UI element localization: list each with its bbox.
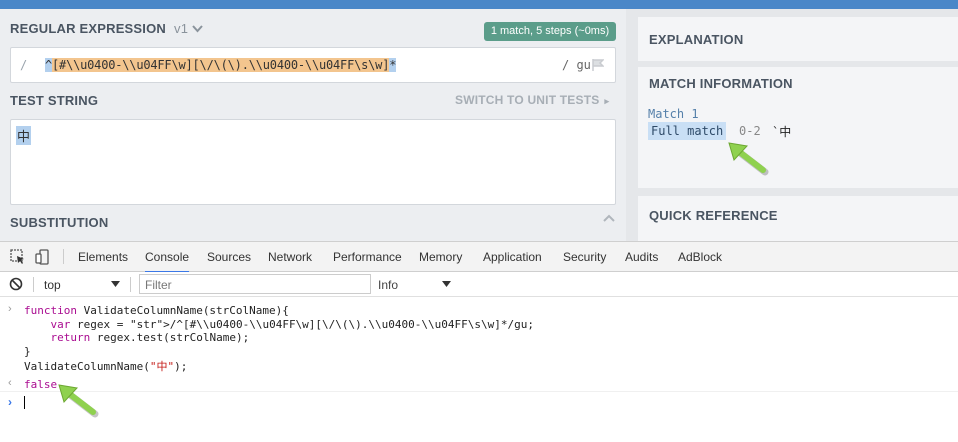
console-divider [0, 391, 958, 392]
regex-open-delimiter: / [20, 58, 28, 72]
regex-section-title: REGULAR EXPRESSION v1 [10, 21, 203, 36]
devtools-panel: Elements Console Sources Network Performance… [0, 241, 958, 442]
match-label: Match 1 [648, 107, 699, 121]
explanation-title: EXPLANATION [649, 32, 744, 47]
code-line: var regex = "str">/^[#\\u0400-\\u04FF\w]… [50, 317, 534, 331]
tab-performance[interactable]: Performance [333, 250, 402, 264]
console-prompt-icon: › [8, 395, 12, 409]
code-line: } [24, 344, 31, 358]
editor-panel: REGULAR EXPRESSION v1 1 match, 5 steps (~… [0, 9, 626, 241]
regex-token: * [389, 58, 397, 72]
version-selector[interactable]: v1 [174, 21, 203, 36]
code-line: return regex.test(strColName); [50, 331, 250, 345]
chevron-down-icon [192, 25, 203, 33]
full-match-label[interactable]: Full match [648, 122, 727, 140]
test-string-input[interactable]: 中 [10, 119, 616, 205]
device-toolbar-icon[interactable] [35, 249, 51, 265]
filter-divider-2 [130, 277, 131, 292]
tab-security[interactable]: Security [563, 250, 606, 264]
arrow-annotation-icon [728, 142, 769, 176]
code-line: function ValidateColumnName(strColName){ [24, 304, 289, 317]
tab-application[interactable]: Application [483, 250, 542, 264]
chevron-right-icon: ▸ [604, 96, 610, 106]
info-panel: EXPLANATION MATCH INFORMATION Match 1 Fu… [626, 9, 958, 241]
console-filter-bar: top Filter Info [0, 272, 958, 297]
explanation-card[interactable]: EXPLANATION [638, 17, 958, 61]
match-count-badge: 1 match, 5 steps (~0ms) [484, 22, 616, 41]
tab-adblock[interactable]: AdBlock [678, 250, 722, 264]
console-filter-input[interactable]: Filter [139, 274, 371, 294]
match-range: 0-2 [739, 124, 761, 138]
tab-audits[interactable]: Audits [625, 250, 658, 264]
context-dropdown-icon[interactable] [111, 281, 120, 287]
devtools-tabbar: Elements Console Sources Network Performance… [0, 242, 958, 273]
regex-title-label: REGULAR EXPRESSION [10, 21, 167, 36]
top-accent-bar [0, 0, 958, 9]
context-selector[interactable]: top [44, 278, 61, 292]
toolbar-divider [63, 249, 64, 264]
inspect-element-icon[interactable] [10, 249, 26, 265]
regex-input[interactable]: / ^[#\\u0400-\\u04FF\w][\/\(\).\\u0400-\… [10, 47, 616, 83]
chevron-up-icon[interactable] [603, 214, 615, 222]
regex101-app: REGULAR EXPRESSION v1 1 match, 5 steps (~… [0, 9, 958, 241]
flag-icon[interactable] [592, 59, 604, 71]
filter-divider [33, 277, 34, 292]
console-input-cursor[interactable] [24, 396, 25, 409]
regex-token: [#\\u0400-\\u04FF\w] [52, 58, 193, 72]
filter-placeholder: Filter [145, 278, 172, 292]
regex-pattern[interactable]: ^[#\\u0400-\\u04FF\w][\/\(\).\\u0400-\\u… [45, 58, 396, 72]
tab-console[interactable]: Console [145, 250, 190, 273]
code-line: ValidateColumnName("中"); [24, 360, 188, 374]
tab-elements[interactable]: Elements [78, 250, 128, 264]
match-info-title: MATCH INFORMATION [649, 76, 793, 91]
regex-flags[interactable]: / gu [562, 58, 591, 72]
substitution-title[interactable]: SUBSTITUTION [10, 215, 108, 230]
tab-memory[interactable]: Memory [419, 250, 462, 264]
quick-reference-title: QUICK REFERENCE [649, 208, 778, 223]
console-result: false [24, 378, 58, 391]
switch-to-unit-tests-button[interactable]: SWITCH TO UNIT TESTS ▸ [455, 93, 609, 107]
match-value: `中 [772, 125, 792, 139]
test-string-value: 中 [16, 126, 32, 145]
tab-sources[interactable]: Sources [207, 250, 251, 264]
output-chevron-icon: ‹ [8, 377, 12, 389]
switch-label: SWITCH TO UNIT TESTS [455, 93, 600, 107]
input-chevron-icon: › [8, 303, 12, 315]
quick-reference-card[interactable]: QUICK REFERENCE [638, 196, 958, 241]
regex-token: ^ [45, 58, 53, 72]
log-level-selector[interactable]: Info [378, 278, 398, 292]
log-level-dropdown-icon[interactable] [442, 281, 451, 287]
tab-network[interactable]: Network [268, 250, 312, 264]
clear-console-icon[interactable] [9, 277, 23, 291]
test-string-title: TEST STRING [10, 93, 99, 108]
regex-token: [\/\(\).\\u0400-\\u04FF\s\w] [192, 58, 390, 72]
version-label: v1 [174, 21, 189, 36]
arrow-annotation-icon [58, 384, 99, 418]
